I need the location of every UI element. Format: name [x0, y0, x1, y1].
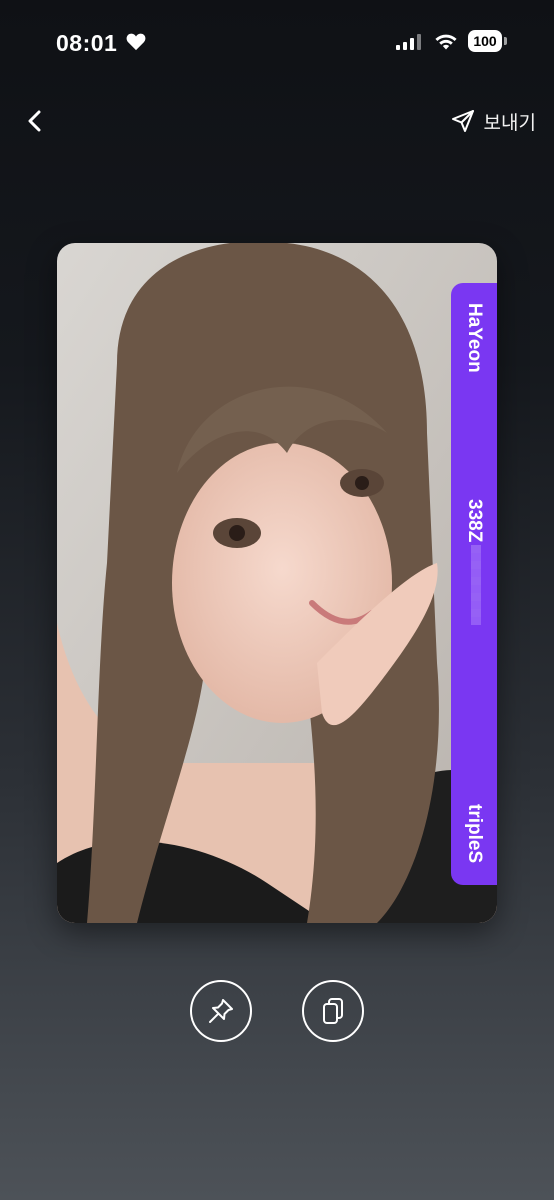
- heart-icon: [126, 33, 146, 51]
- photocard[interactable]: HaYeon 338Z tripleS: [57, 243, 497, 923]
- pin-icon: [209, 999, 233, 1023]
- status-time: 08:01: [56, 30, 118, 56]
- pin-button[interactable]: [190, 980, 252, 1042]
- battery-nub: [504, 37, 507, 45]
- card-serial: 338Z: [464, 499, 485, 543]
- group-name: tripleS: [464, 803, 485, 863]
- blurred-serial-suffix: [471, 545, 481, 625]
- copy-icon: [323, 998, 343, 1024]
- status-bar: 08:01 100: [0, 0, 554, 84]
- member-name: HaYeon: [464, 303, 485, 373]
- copy-button[interactable]: [302, 980, 364, 1042]
- battery-icon: 100: [468, 30, 508, 52]
- back-button[interactable]: [18, 104, 52, 138]
- battery-level: 100: [468, 30, 502, 52]
- card-actions: [0, 980, 554, 1046]
- chevron-left-icon: [28, 110, 41, 132]
- member-info-band: HaYeon 338Z tripleS: [451, 283, 497, 885]
- member-photo: [57, 243, 497, 923]
- cellular-signal-icon: [396, 34, 421, 50]
- send-button[interactable]: 보내기: [450, 104, 536, 138]
- send-label: 보내기: [483, 112, 536, 134]
- paper-plane-icon: [451, 110, 474, 132]
- wifi-icon: [435, 34, 457, 50]
- nav-bar: 보내기: [0, 90, 554, 150]
